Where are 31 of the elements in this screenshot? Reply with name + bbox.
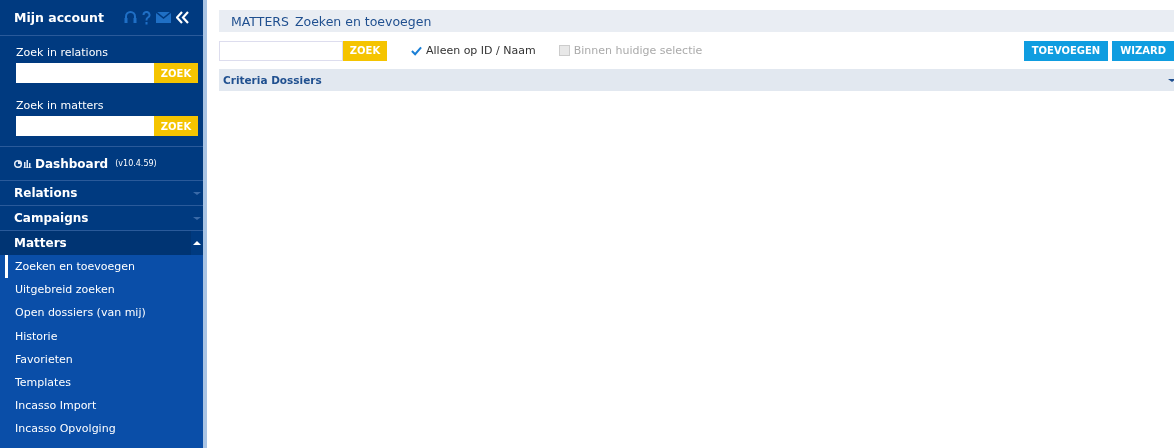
dashboard-link[interactable]: Dashboard [35,156,109,171]
search-field[interactable] [16,63,154,83]
account-title: Mijn account [14,10,104,25]
caret-up-icon [193,241,201,245]
caret-down-icon [1168,78,1174,82]
checkbox-label: Alleen op ID / Naam [426,44,536,57]
menu-item[interactable]: Uitgebreid zoeken [5,278,203,302]
chart-icon [14,159,32,168]
mail-icon[interactable] [156,12,171,23]
panel-header[interactable]: Criteria Dossiers [219,69,1174,91]
menu-item[interactable]: Zoeken en toevoegen [5,255,203,279]
menu-item[interactable]: Incasso Opvolging [5,417,203,441]
help-icon[interactable] [142,10,151,25]
search-field[interactable] [16,116,154,136]
menu-item[interactable]: Favorieten [5,347,203,371]
menu-item[interactable]: Templates [5,370,203,395]
headset-icon[interactable] [124,10,137,25]
checkbox-label: Binnen huidige selectie [573,44,703,57]
search-label: Zoek in matters [16,99,105,112]
menu-item[interactable]: Incasso Import [5,394,203,418]
checkbox[interactable] [411,45,422,56]
version-label: (v10.4.59) [115,159,157,168]
menu-item[interactable]: Open dossiers (van mij) [5,301,203,325]
menu-item[interactable]: Historie [5,324,203,348]
section-title: MATTERS [231,13,289,29]
caret-down-icon [193,216,201,220]
caret-down-icon [193,191,201,195]
page-title: Zoeken en toevoegen [294,13,432,29]
collapse-icon[interactable] [176,11,189,24]
search-label: Zoek in relations [16,46,110,59]
search-field[interactable] [219,40,343,61]
